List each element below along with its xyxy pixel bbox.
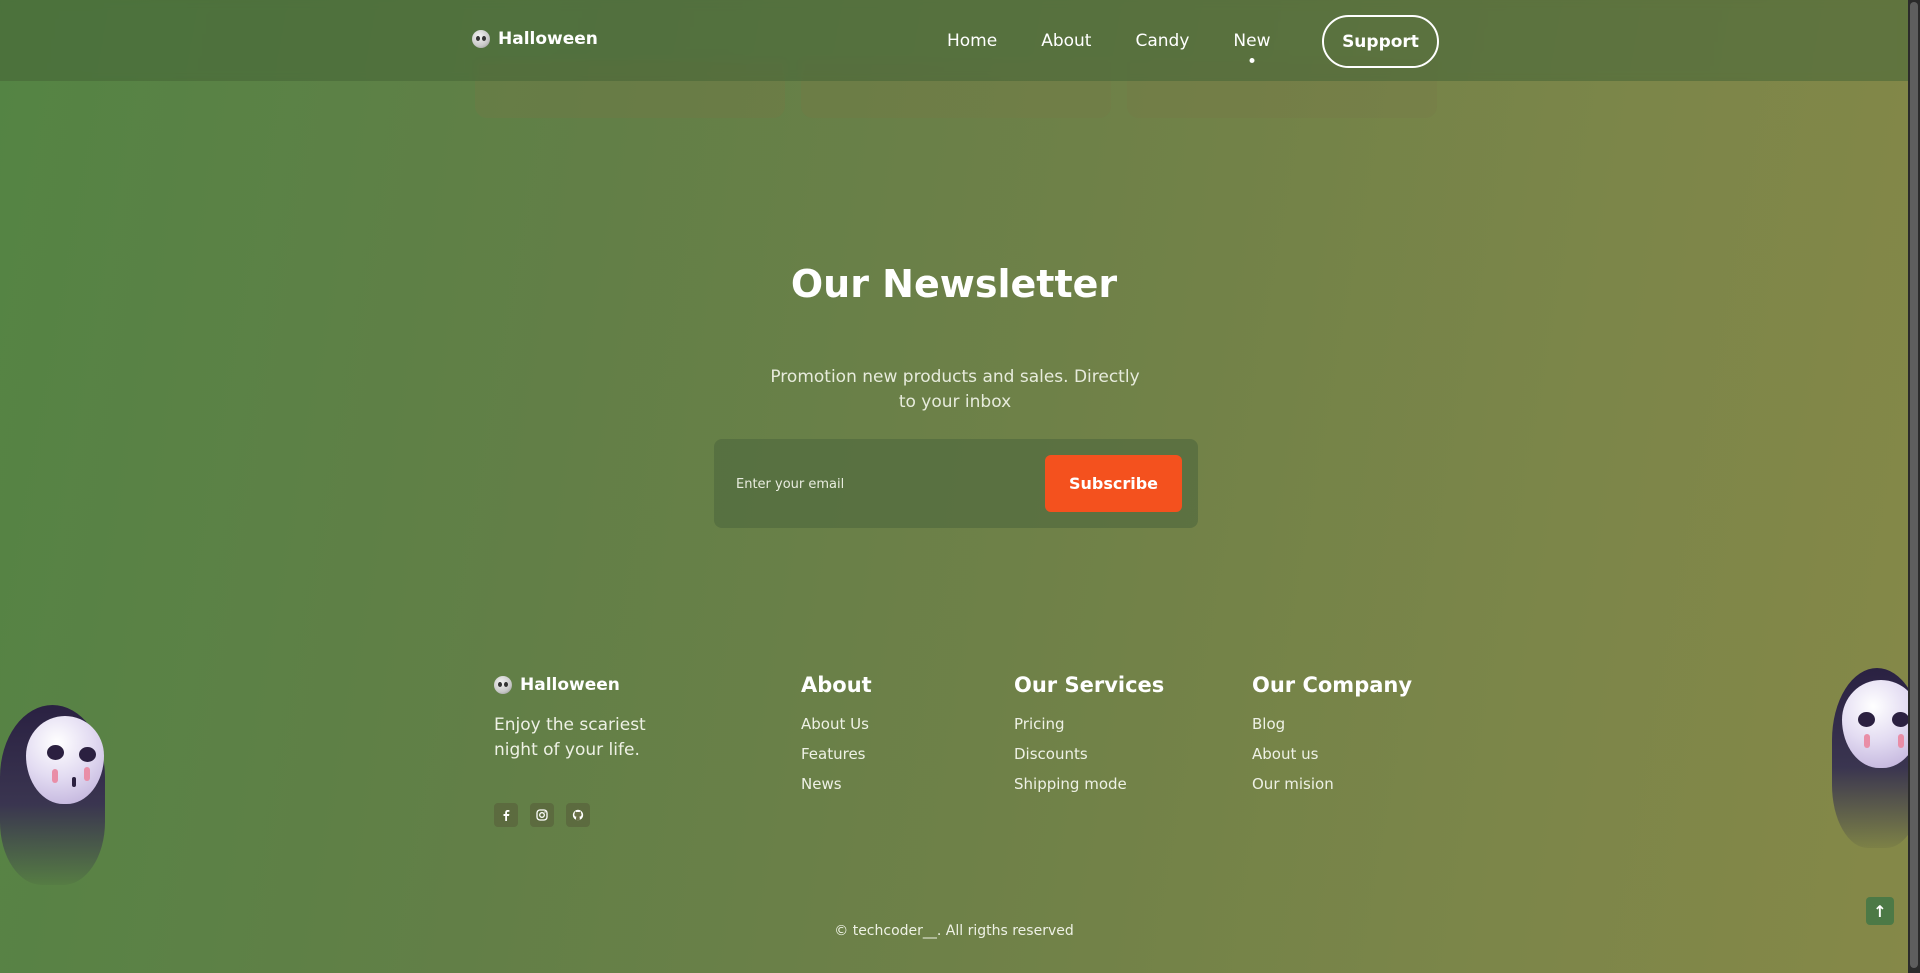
ghost-left-illustration xyxy=(0,700,125,900)
scrollbar[interactable] xyxy=(1908,0,1920,973)
support-button[interactable]: Support xyxy=(1322,15,1439,68)
ghost-right-illustration xyxy=(1830,668,1908,858)
nav-home[interactable]: Home xyxy=(947,31,997,51)
footer-brand-name: Halloween xyxy=(520,675,620,695)
footer-link[interactable]: About Us xyxy=(801,715,872,733)
nav-candy[interactable]: Candy xyxy=(1135,31,1189,51)
footer-column-title: Our Company xyxy=(1252,673,1413,697)
skull-icon xyxy=(494,676,512,694)
scrollbar-thumb[interactable] xyxy=(1910,2,1918,968)
nav-about[interactable]: About xyxy=(1041,31,1091,51)
footer-link[interactable]: Discounts xyxy=(1014,745,1164,763)
brand-logo[interactable]: Halloween xyxy=(472,29,598,49)
scroll-to-top-button[interactable]: ↑ xyxy=(1866,897,1894,925)
footer-column-company: Our Company Blog About us Our mision xyxy=(1252,673,1412,805)
github-icon[interactable] xyxy=(566,803,590,827)
footer-link[interactable]: Shipping mode xyxy=(1014,775,1164,793)
nav-new[interactable]: New xyxy=(1233,31,1270,51)
footer-column-title: Our Services xyxy=(1014,673,1165,697)
copyright-text: © techcoder__. All rigths reserved xyxy=(834,923,1074,939)
skull-icon xyxy=(472,30,490,48)
subscribe-button[interactable]: Subscribe xyxy=(1045,455,1182,512)
instagram-icon[interactable] xyxy=(530,803,554,827)
facebook-icon[interactable] xyxy=(494,803,518,827)
arrow-up-icon: ↑ xyxy=(1873,901,1887,921)
footer-link[interactable]: Our mision xyxy=(1252,775,1412,793)
footer-tagline: Enjoy the scariest night of your life. xyxy=(494,715,646,760)
subscribe-form: Subscribe xyxy=(714,439,1198,528)
footer-brand-logo[interactable]: Halloween xyxy=(494,675,620,695)
footer-link[interactable]: About us xyxy=(1252,745,1412,763)
brand-name: Halloween xyxy=(498,29,598,49)
footer-link[interactable]: Blog xyxy=(1252,715,1412,733)
footer-link[interactable]: News xyxy=(801,775,872,793)
footer-link[interactable]: Pricing xyxy=(1014,715,1164,733)
newsletter-description: Promotion new products and sales. Direct… xyxy=(770,367,1140,412)
site-header: Halloween Home About Candy New Support xyxy=(0,0,1908,81)
footer-column-services: Our Services Pricing Discounts Shipping … xyxy=(1014,673,1164,805)
email-input[interactable] xyxy=(736,469,1016,499)
main-nav: Home About Candy New xyxy=(947,0,1314,81)
footer-column-title: About xyxy=(801,673,872,697)
page: Halloween Home About Candy New Support O… xyxy=(0,0,1908,973)
newsletter-title: Our Newsletter xyxy=(790,262,1118,306)
social-links xyxy=(494,803,590,827)
footer-link[interactable]: Features xyxy=(801,745,872,763)
footer-column-about: About About Us Features News xyxy=(801,673,872,805)
